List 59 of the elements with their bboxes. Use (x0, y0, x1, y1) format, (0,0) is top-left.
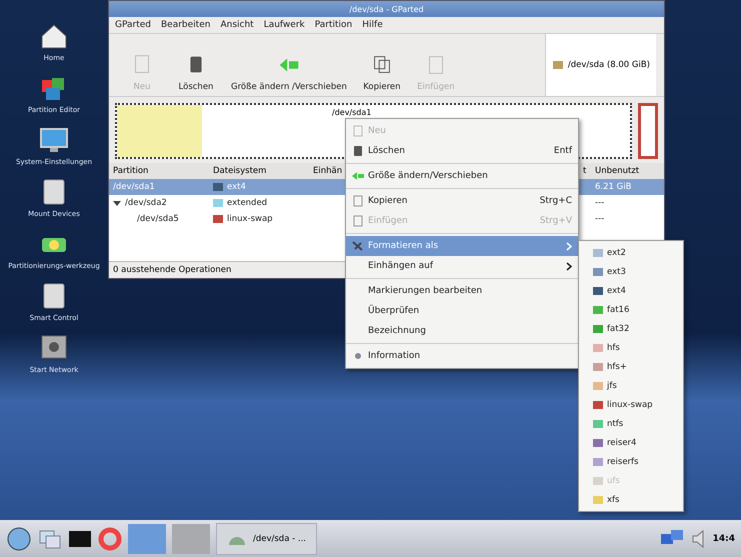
expander-icon[interactable] (113, 199, 121, 207)
unused-size: --- (595, 214, 604, 224)
menu-item[interactable]: ext4 (579, 281, 683, 300)
menu-item[interactable]: GParted (115, 20, 151, 30)
chevron-icon (566, 242, 572, 250)
menu-item[interactable]: Löschen Entf (346, 141, 578, 161)
chevron-icon (566, 262, 572, 270)
copy-icon (352, 215, 364, 227)
toolbar-button[interactable]: Kopieren (356, 37, 407, 93)
filesystem-name: linux-swap (227, 214, 273, 224)
menu-item[interactable]: hfs+ (579, 357, 683, 376)
menu-item[interactable]: linux-swap (579, 395, 683, 414)
menu-item[interactable]: Hilfe (362, 20, 383, 30)
filesystem-name: extended (227, 198, 268, 208)
drive-icon (552, 59, 564, 71)
menu-item[interactable]: xfs (579, 490, 683, 509)
menu-item[interactable]: Bearbeiten (161, 20, 210, 30)
menu-item[interactable]: ntfs (579, 414, 683, 433)
windows-icon[interactable] (38, 528, 62, 550)
new-icon (352, 125, 364, 137)
partition-name: /dev/sda1 (113, 182, 155, 192)
clock: 14:4 (712, 534, 735, 544)
partition-name: /dev/sda2 (125, 198, 167, 208)
menu-item[interactable]: Bezeichnung (346, 321, 578, 341)
delete-icon (352, 145, 364, 157)
menu-item[interactable]: ext2 (579, 243, 683, 262)
copy-icon (352, 195, 364, 207)
menu-item[interactable]: Laufwerk (264, 20, 305, 30)
menu-item[interactable]: reiser4 (579, 433, 683, 452)
menu-item[interactable]: hfs (579, 338, 683, 357)
device-selector[interactable]: /dev/sda (8.00 GiB) (544, 34, 656, 96)
menu-item[interactable]: Überprüfen (346, 301, 578, 321)
menu-item[interactable]: jfs (579, 376, 683, 395)
resize-icon (352, 170, 364, 182)
partition-label: /dev/sda1 (332, 109, 372, 117)
menu-item[interactable]: fat32 (579, 319, 683, 338)
column-header[interactable]: Unbenutzt (595, 166, 660, 176)
menu-item[interactable]: reiserfs (579, 452, 683, 471)
column-header[interactable]: Dateisystem (213, 166, 313, 176)
partition-name: /dev/sda5 (137, 214, 179, 224)
start-menu-icon[interactable] (6, 526, 32, 552)
menu-item[interactable]: fat16 (579, 300, 683, 319)
menu-item[interactable]: Größe ändern/Verschieben (346, 166, 578, 186)
column-header[interactable]: t (583, 166, 595, 176)
lifebuoy-icon[interactable] (98, 526, 122, 550)
menu-item[interactable]: Information (346, 346, 578, 366)
unused-size: --- (595, 198, 604, 208)
filesystem-name: ext4 (227, 182, 246, 192)
taskbar-button[interactable]: /dev/sda - ... (216, 522, 317, 554)
column-header[interactable]: Partition (113, 166, 213, 176)
unused-size: 6.21 GiB (595, 182, 632, 192)
partition-block[interactable] (638, 103, 658, 159)
menu-item[interactable]: Ansicht (220, 20, 254, 30)
toolbar-button[interactable]: Löschen (171, 37, 221, 93)
menu-item[interactable]: Kopieren Strg+C (346, 191, 578, 211)
window-title: /dev/sda - GParted (109, 1, 664, 17)
menu-item[interactable]: Partition (314, 20, 352, 30)
toolbar-button[interactable]: Größe ändern /Verschieben (225, 37, 353, 93)
menu-item[interactable]: Markierungen bearbeiten (346, 281, 578, 301)
